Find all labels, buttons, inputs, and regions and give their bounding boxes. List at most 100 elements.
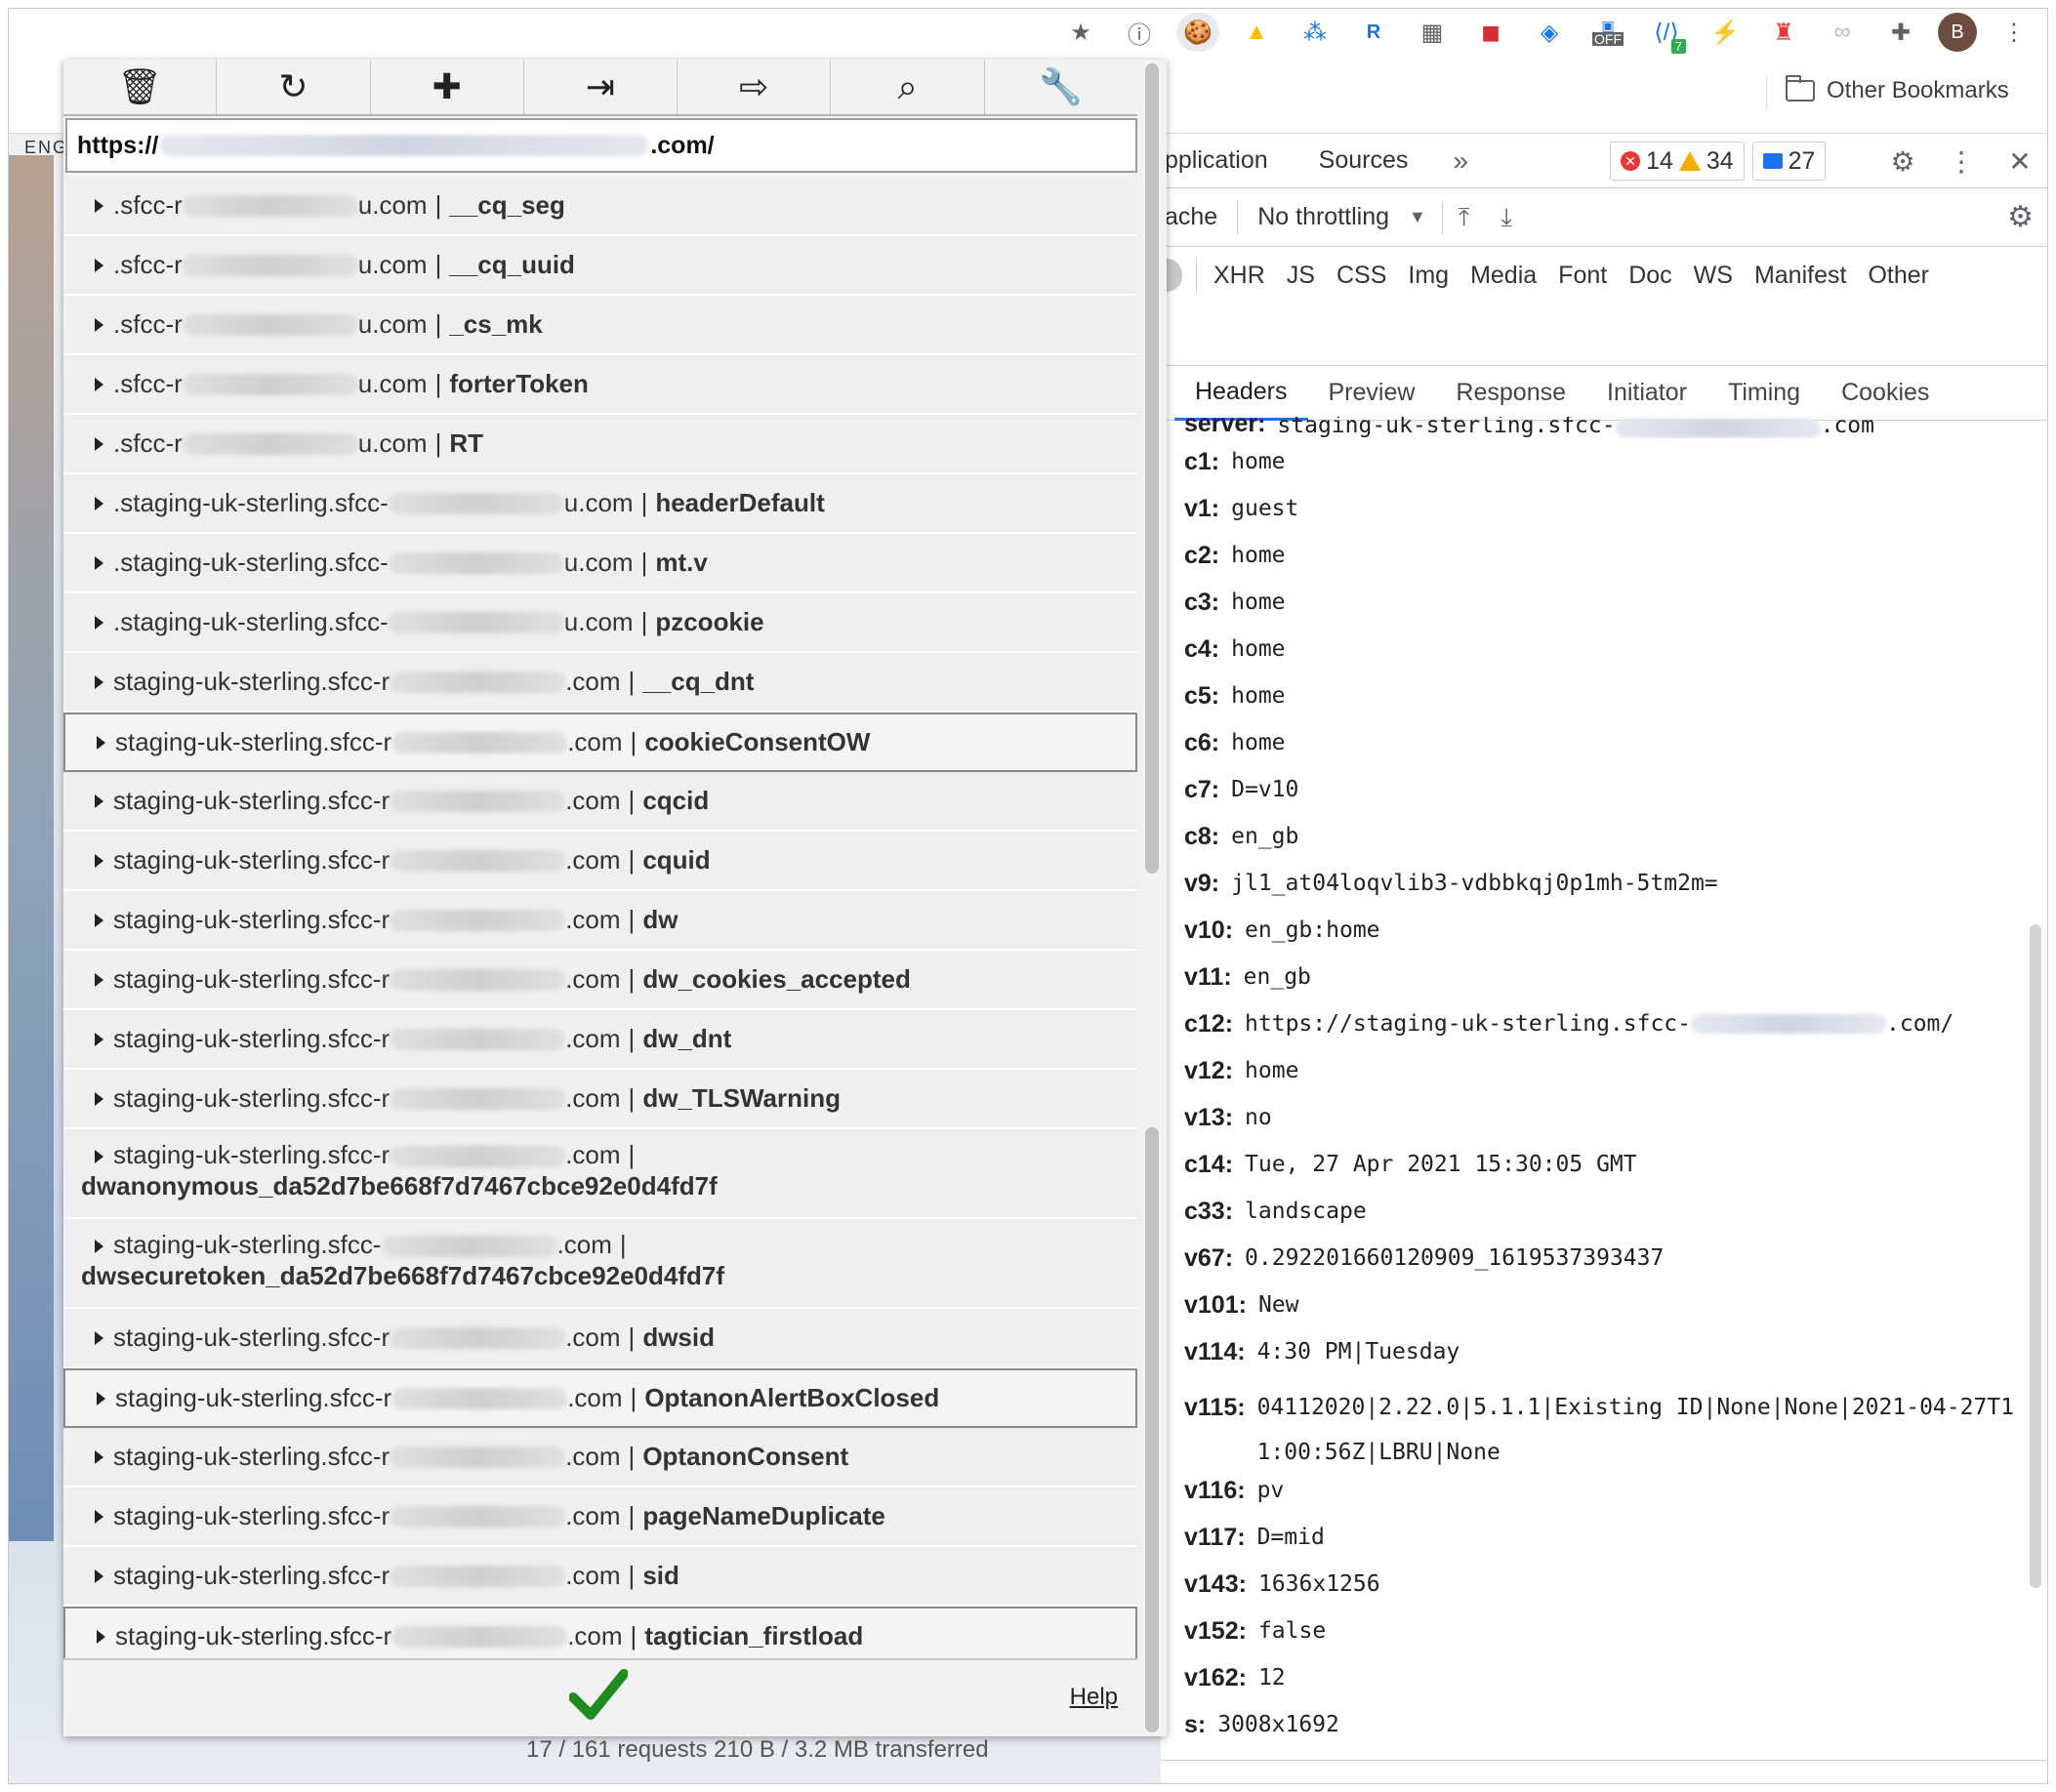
tab-response[interactable]: Response bbox=[1435, 366, 1586, 421]
expand-triangle-icon[interactable] bbox=[95, 913, 103, 927]
import-har-icon[interactable]: ⤒ bbox=[1443, 202, 1486, 233]
expand-triangle-icon[interactable] bbox=[95, 794, 103, 808]
avatar[interactable]: B bbox=[1938, 13, 1977, 52]
more-tabs-icon[interactable]: » bbox=[1433, 145, 1488, 177]
cookie-row[interactable]: staging-uk-sterling.sfcc-r .com | pageNameD… bbox=[63, 1487, 1137, 1547]
filter-media[interactable]: Media bbox=[1460, 262, 1547, 290]
tab-application[interactable]: pplication bbox=[1161, 146, 1294, 175]
add-cookie-button[interactable]: ✚ bbox=[371, 60, 524, 114]
disable-cache-label[interactable]: ache bbox=[1161, 203, 1237, 231]
filter-manifest[interactable]: Manifest bbox=[1744, 262, 1857, 290]
expand-triangle-icon[interactable] bbox=[95, 1032, 103, 1046]
message-counter[interactable]: 27 bbox=[1751, 142, 1827, 181]
popup-scrollbar[interactable] bbox=[1145, 63, 1159, 1732]
link-icon[interactable]: ∞ bbox=[1821, 13, 1864, 52]
cookie-row[interactable]: staging-uk-sterling.sfcc-r .com | dw_TLSWar… bbox=[63, 1070, 1137, 1129]
expand-triangle-icon[interactable] bbox=[95, 1240, 103, 1253]
expand-triangle-icon[interactable] bbox=[97, 1391, 105, 1405]
off-icon[interactable]: ▣ OFF bbox=[1586, 13, 1629, 52]
filter-doc[interactable]: Doc bbox=[1618, 262, 1682, 290]
throttling-select[interactable]: No throttling bbox=[1238, 203, 1409, 231]
kebab-menu-icon[interactable]: ⋮ bbox=[1993, 13, 2035, 52]
cookie-row[interactable]: staging-uk-sterling.sfcc-r .com | dw_dnt bbox=[63, 1010, 1137, 1070]
acrobat-icon[interactable]: ◼ bbox=[1469, 13, 1512, 52]
filter-xhr[interactable]: XHR bbox=[1203, 262, 1276, 290]
puzzle-icon[interactable]: ✚ bbox=[1879, 13, 1922, 52]
r-icon[interactable]: R bbox=[1352, 13, 1395, 52]
expand-triangle-icon[interactable] bbox=[95, 1150, 103, 1163]
filter-img[interactable]: Img bbox=[1397, 262, 1460, 290]
filter-other[interactable]: Other bbox=[1857, 262, 1940, 290]
export-har-icon[interactable]: ⤓ bbox=[1485, 202, 1528, 233]
filter-js[interactable]: JS bbox=[1276, 262, 1326, 290]
expand-triangle-icon[interactable] bbox=[95, 1091, 103, 1106]
close-devtools-icon[interactable]: ✕ bbox=[1991, 134, 2047, 188]
other-bookmarks[interactable]: Other Bookmarks bbox=[1786, 75, 2009, 104]
tab-cookies[interactable]: Cookies bbox=[1821, 366, 1950, 421]
code-icon[interactable]: ⟨/⟩ 7 bbox=[1645, 13, 1688, 54]
import-button[interactable]: ⇥ bbox=[524, 60, 678, 114]
export-button[interactable]: ⇨ bbox=[678, 60, 832, 114]
drive-icon[interactable]: ▲ bbox=[1235, 13, 1278, 52]
expand-triangle-icon[interactable] bbox=[95, 198, 103, 213]
devtools-menu-icon[interactable]: ⋮ bbox=[1932, 134, 1991, 188]
expand-triangle-icon[interactable] bbox=[95, 258, 103, 272]
expand-triangle-icon[interactable] bbox=[95, 1449, 103, 1464]
tab-timing[interactable]: Timing bbox=[1707, 366, 1821, 421]
cookie-row[interactable]: .sfcc-r u.com | forterToken bbox=[63, 355, 1137, 415]
expand-triangle-icon[interactable] bbox=[95, 436, 103, 451]
tab-sources[interactable]: Sources bbox=[1294, 146, 1434, 175]
expand-triangle-icon[interactable] bbox=[97, 735, 105, 750]
cookie-row[interactable]: staging-uk-sterling.sfcc-r .com | cookieCon… bbox=[63, 713, 1137, 772]
bitly-icon[interactable]: ⁂ bbox=[1294, 13, 1336, 52]
cookie-row[interactable]: staging-uk-sterling.sfcc-r .com | OptanonCo… bbox=[63, 1428, 1137, 1487]
chart-icon[interactable]: ▦ bbox=[1411, 13, 1454, 52]
filter-font[interactable]: Font bbox=[1547, 262, 1618, 290]
lighthouse-icon[interactable]: ♜ bbox=[1762, 13, 1805, 52]
cookie-row[interactable]: staging-uk-sterling.sfcc-r .com | __cq_dnt bbox=[63, 653, 1137, 713]
cookie-row[interactable]: .sfcc-r u.com | __cq_seg bbox=[63, 177, 1137, 236]
reset-button[interactable]: ↻ bbox=[217, 60, 371, 114]
options-button[interactable]: 🔧 bbox=[985, 60, 1137, 114]
language-label[interactable]: ENG bbox=[24, 138, 68, 158]
expand-triangle-icon[interactable] bbox=[95, 972, 103, 987]
expand-triangle-icon[interactable] bbox=[95, 1330, 103, 1345]
expand-triangle-icon[interactable] bbox=[95, 1509, 103, 1524]
expand-triangle-icon[interactable] bbox=[95, 1568, 103, 1583]
cookie-row[interactable]: .staging-uk-sterling.sfcc-u.com | mt.v bbox=[63, 534, 1137, 593]
url-field[interactable]: https:// .com/ bbox=[65, 118, 1137, 173]
star-icon[interactable]: ★ bbox=[1059, 13, 1102, 52]
settings-gear-icon[interactable]: ⚙ bbox=[1873, 134, 1932, 188]
throttling-dropdown-icon[interactable]: ▼ bbox=[1409, 207, 1442, 227]
cookie-row[interactable]: staging-uk-sterling.sfcc-r .com | dwsid bbox=[63, 1309, 1137, 1368]
expand-triangle-icon[interactable] bbox=[95, 674, 103, 689]
plug-icon[interactable]: ⚡ bbox=[1704, 13, 1747, 52]
cookie-row[interactable]: staging-uk-sterling.sfcc-r .com | dw bbox=[63, 891, 1137, 951]
expand-triangle-icon[interactable] bbox=[95, 377, 103, 391]
tab-preview[interactable]: Preview bbox=[1308, 366, 1436, 421]
cookie-row[interactable]: .staging-uk-sterling.sfcc-u.com | headerDe… bbox=[63, 474, 1137, 534]
cookie-row[interactable]: .sfcc-r u.com | __cq_uuid bbox=[63, 236, 1137, 296]
cookie-row[interactable]: .sfcc-r u.com | _cs_mk bbox=[63, 296, 1137, 355]
help-link[interactable]: Help bbox=[1070, 1684, 1118, 1711]
cookie-row[interactable]: staging-uk-sterling.sfcc- .com | dwsecureto… bbox=[63, 1219, 1137, 1309]
tab-headers[interactable]: Headers bbox=[1174, 366, 1308, 421]
cookie-row[interactable]: staging-uk-sterling.sfcc-r .com | cqcid bbox=[63, 772, 1137, 832]
cookie-row[interactable]: staging-uk-sterling.sfcc-r .com | tagtician… bbox=[63, 1607, 1137, 1666]
cookie-row[interactable]: .sfcc-r u.com | RT bbox=[63, 415, 1137, 474]
cookie-row[interactable]: staging-uk-sterling.sfcc-r .com | sid bbox=[63, 1547, 1137, 1607]
checkmark-icon[interactable] bbox=[569, 1668, 628, 1723]
scrollbar-thumb[interactable] bbox=[1145, 63, 1159, 874]
devtools-scrollbar[interactable] bbox=[2030, 924, 2041, 1588]
tab-initiator[interactable]: Initiator bbox=[1586, 366, 1707, 421]
search-button[interactable]: ⌕ bbox=[831, 60, 985, 114]
error-warning-counter[interactable]: ✕ 14 34 bbox=[1610, 142, 1745, 181]
expand-triangle-icon[interactable] bbox=[95, 555, 103, 570]
cookie-row[interactable]: staging-uk-sterling.sfcc-r .com | dw_cookie… bbox=[63, 951, 1137, 1010]
expand-triangle-icon[interactable] bbox=[97, 1629, 105, 1644]
cookie-icon[interactable]: 🍪 bbox=[1176, 13, 1219, 52]
filter-css[interactable]: CSS bbox=[1326, 262, 1397, 290]
network-settings-icon[interactable]: ⚙ bbox=[2007, 200, 2034, 234]
expand-triangle-icon[interactable] bbox=[95, 615, 103, 630]
tag-icon[interactable]: ◈ bbox=[1528, 13, 1571, 52]
